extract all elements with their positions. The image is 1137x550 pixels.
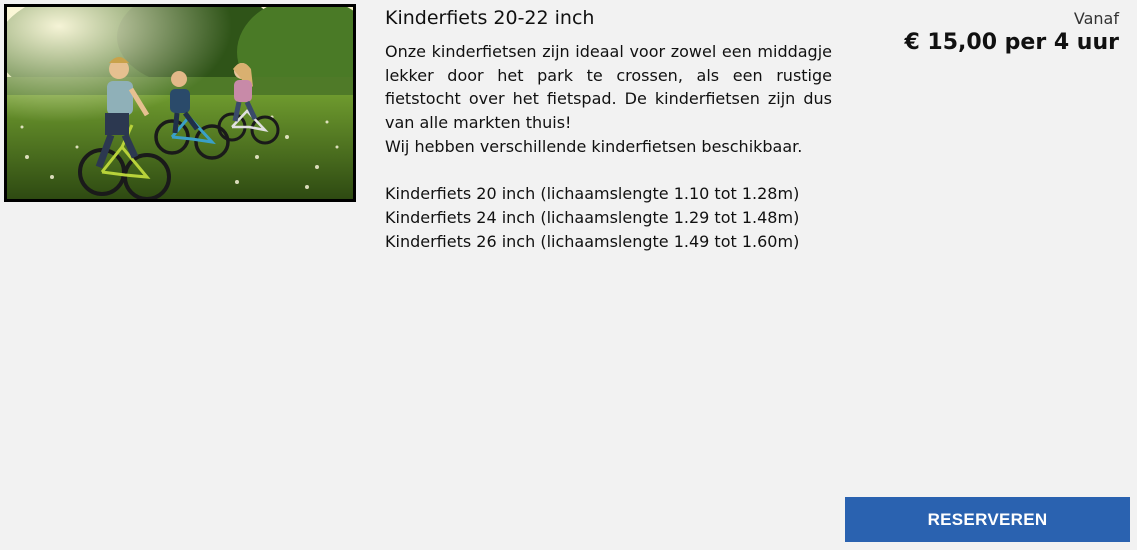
product-title: Kinderfiets 20-22 inch bbox=[385, 7, 595, 29]
product-details: Kinderfiets 20-22 inch Onze kinderfietse… bbox=[385, 5, 832, 253]
price-prefix: Vanaf bbox=[1073, 9, 1119, 28]
size-option: Kinderfiets 20 inch (lichaamslengte 1.10… bbox=[385, 184, 800, 204]
product-image bbox=[4, 4, 356, 202]
reserve-button[interactable]: RESERVEREN bbox=[845, 497, 1130, 542]
price-box: Vanaf € 15,00 per 4 uur bbox=[904, 9, 1119, 57]
size-option: Kinderfiets 24 inch (lichaamslengte 1.29… bbox=[385, 207, 800, 227]
description-paragraph: Onze kinderfietsen zijn ideaal voor zowe… bbox=[385, 42, 832, 133]
product-description: Onze kinderfietsen zijn ideaal voor zowe… bbox=[385, 40, 832, 253]
size-option: Kinderfiets 26 inch (lichaamslengte 1.49… bbox=[385, 231, 800, 251]
kids-cycling-photo bbox=[7, 7, 353, 199]
price-value: € 15,00 per 4 uur bbox=[904, 30, 1119, 55]
description-paragraph: Wij hebben verschillende kinderfietsen b… bbox=[385, 136, 803, 156]
